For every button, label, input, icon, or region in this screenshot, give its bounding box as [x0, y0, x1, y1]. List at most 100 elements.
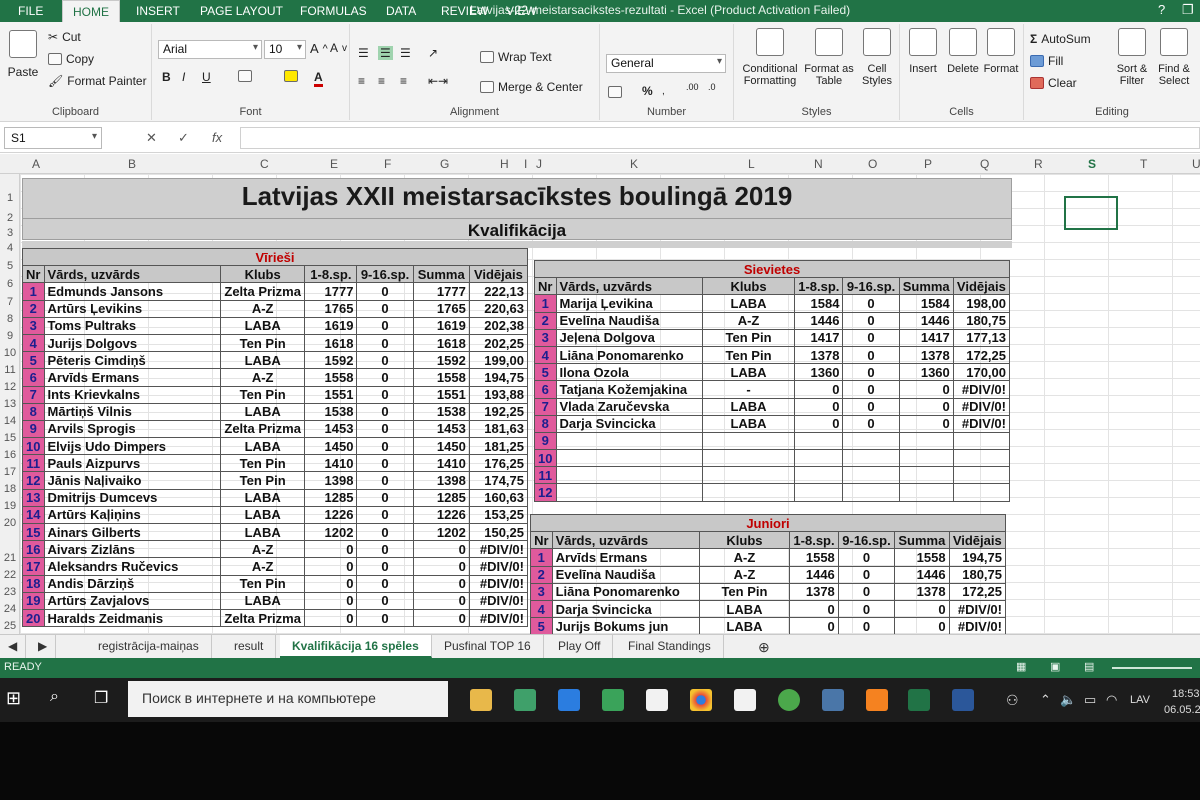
row-header[interactable]: 21 [0, 552, 20, 564]
name-cell[interactable]: Marija Ļevikina [555, 294, 703, 313]
merge-center-button[interactable]: Merge & Center [480, 80, 583, 94]
rank-cell[interactable]: 4 [534, 345, 557, 365]
rank-cell[interactable]: 12 [22, 471, 45, 490]
club-cell[interactable]: Ten Pin [701, 328, 796, 347]
page-layout-view-icon[interactable]: ▣ [1050, 660, 1060, 673]
score-1-8-cell[interactable]: 1446 [789, 565, 839, 584]
score-9-16-cell[interactable]: 0 [356, 385, 414, 404]
sheet-tab[interactable]: Play Off [546, 635, 614, 658]
tab-page-layout[interactable]: PAGE LAYOUT [200, 4, 283, 18]
utorrent-icon[interactable] [778, 689, 800, 711]
column-header[interactable]: N [814, 157, 823, 171]
score-1-8-cell[interactable]: 1538 [304, 402, 358, 421]
align-middle-icon[interactable]: ☰ [378, 46, 393, 60]
scroll-right-icon[interactable]: ▶ [30, 635, 57, 658]
score-9-16-cell[interactable]: 0 [356, 454, 414, 473]
score-9-16-cell[interactable]: 0 [842, 380, 900, 399]
column-header[interactable]: G [440, 157, 449, 171]
name-cell[interactable]: Pauls Aizpurvs [43, 454, 222, 473]
fill-color-icon[interactable] [284, 70, 298, 82]
score-9-16-cell[interactable]: 0 [356, 419, 414, 439]
club-cell[interactable]: LABA [220, 505, 306, 525]
clear-button[interactable]: Clear [1030, 76, 1077, 90]
column-header[interactable]: S [1088, 157, 1096, 171]
sum-cell[interactable] [898, 431, 954, 451]
club-cell[interactable] [701, 431, 796, 451]
score-1-8-cell[interactable]: 0 [789, 617, 839, 636]
average-cell[interactable]: 192,25 [468, 402, 529, 421]
sum-cell[interactable]: 0 [898, 380, 954, 399]
sum-cell[interactable]: 1618 [412, 333, 470, 353]
club-cell[interactable]: Zelta Prizma [220, 282, 306, 301]
club-cell[interactable] [701, 449, 796, 468]
name-cell[interactable]: Liāna Ponomarenko [551, 582, 700, 601]
row-header[interactable]: 25 [0, 620, 20, 632]
score-1-8-cell[interactable]: 1618 [304, 333, 358, 353]
average-cell[interactable]: 181,25 [468, 437, 529, 456]
sheet-tab[interactable]: Pusfinal TOP 16 [432, 635, 544, 658]
column-header[interactable]: L [748, 157, 755, 171]
club-cell[interactable] [701, 483, 796, 502]
tray-chevron-icon[interactable]: ⌃ [1040, 692, 1051, 708]
name-cell[interactable]: Arvils Sprogis [43, 419, 222, 439]
average-cell[interactable]: #DIV/0! [948, 599, 1007, 619]
club-cell[interactable]: LABA [698, 599, 791, 619]
sum-cell[interactable]: 0 [898, 397, 954, 416]
tab-review[interactable]: REVIEW [441, 4, 488, 18]
sum-cell[interactable]: 1551 [412, 385, 470, 404]
copy-button[interactable]: Copy [48, 52, 94, 66]
club-cell[interactable]: LABA [701, 363, 796, 382]
column-header[interactable]: J [536, 157, 542, 171]
score-1-8-cell[interactable]: 0 [304, 557, 358, 576]
club-cell[interactable]: Ten Pin [698, 582, 791, 601]
club-cell[interactable]: LABA [701, 397, 796, 416]
increase-font-icon[interactable]: A ^ [310, 41, 328, 56]
add-sheet-icon[interactable]: ⊕ [746, 635, 782, 658]
name-cell[interactable]: Haralds Zeidmanis [43, 608, 222, 628]
sum-cell[interactable]: 1202 [412, 522, 470, 542]
find-select-button[interactable]: Find & Select [1154, 28, 1194, 87]
sum-cell[interactable] [898, 483, 954, 502]
club-cell[interactable]: Ten Pin [220, 471, 306, 490]
rank-cell[interactable]: 18 [22, 574, 45, 593]
score-1-8-cell[interactable] [794, 483, 844, 502]
score-1-8-cell[interactable]: 1226 [304, 505, 358, 525]
document-icon[interactable] [646, 689, 668, 711]
rank-cell[interactable]: 6 [534, 380, 557, 399]
cancel-icon[interactable]: ✕ [146, 130, 157, 146]
name-cell[interactable]: Aivars Zizlāns [43, 540, 222, 559]
average-cell[interactable]: 170,00 [952, 363, 1011, 382]
decrease-font-icon[interactable]: Av [330, 41, 347, 55]
format-as-table-button[interactable]: Format as Table [804, 28, 854, 87]
volume-icon[interactable]: 🔈 [1060, 692, 1076, 708]
tab-view[interactable]: VIEW [506, 4, 537, 18]
rank-cell[interactable]: 13 [22, 488, 45, 507]
normal-view-icon[interactable]: ▦ [1016, 660, 1026, 673]
format-cells-button[interactable]: Format [982, 28, 1020, 75]
club-cell[interactable]: LABA [220, 437, 306, 456]
row-header[interactable]: 11 [0, 364, 20, 376]
column-header[interactable]: P [924, 157, 932, 171]
score-1-8-cell[interactable]: 1777 [304, 282, 358, 301]
column-header[interactable]: H [500, 157, 509, 171]
font-size-select[interactable]: 10 [264, 40, 306, 59]
score-9-16-cell[interactable]: 0 [356, 368, 414, 387]
rank-cell[interactable]: 2 [22, 299, 45, 318]
club-cell[interactable]: A-Z [220, 540, 306, 559]
rank-cell[interactable]: 2 [530, 565, 553, 584]
align-center-icon[interactable]: ≡ [378, 74, 385, 88]
rank-cell[interactable]: 15 [22, 522, 45, 542]
scroll-left-icon[interactable]: ◀ [0, 635, 27, 658]
club-cell[interactable]: Zelta Prizma [220, 419, 306, 439]
rank-cell[interactable]: 7 [534, 397, 557, 416]
name-cell[interactable]: Artūrs Ļevikins [43, 299, 222, 318]
average-cell[interactable]: 202,25 [468, 333, 529, 353]
club-cell[interactable]: LABA [701, 294, 796, 313]
row-header[interactable]: 17 [0, 466, 20, 478]
sum-cell[interactable]: 1619 [412, 316, 470, 335]
borders-icon[interactable] [238, 70, 252, 82]
score-1-8-cell[interactable]: 1450 [304, 437, 358, 456]
page-break-view-icon[interactable]: ▤ [1084, 660, 1094, 673]
odnoklassniki-icon[interactable] [866, 689, 888, 711]
row-header[interactable]: 16 [0, 449, 20, 461]
